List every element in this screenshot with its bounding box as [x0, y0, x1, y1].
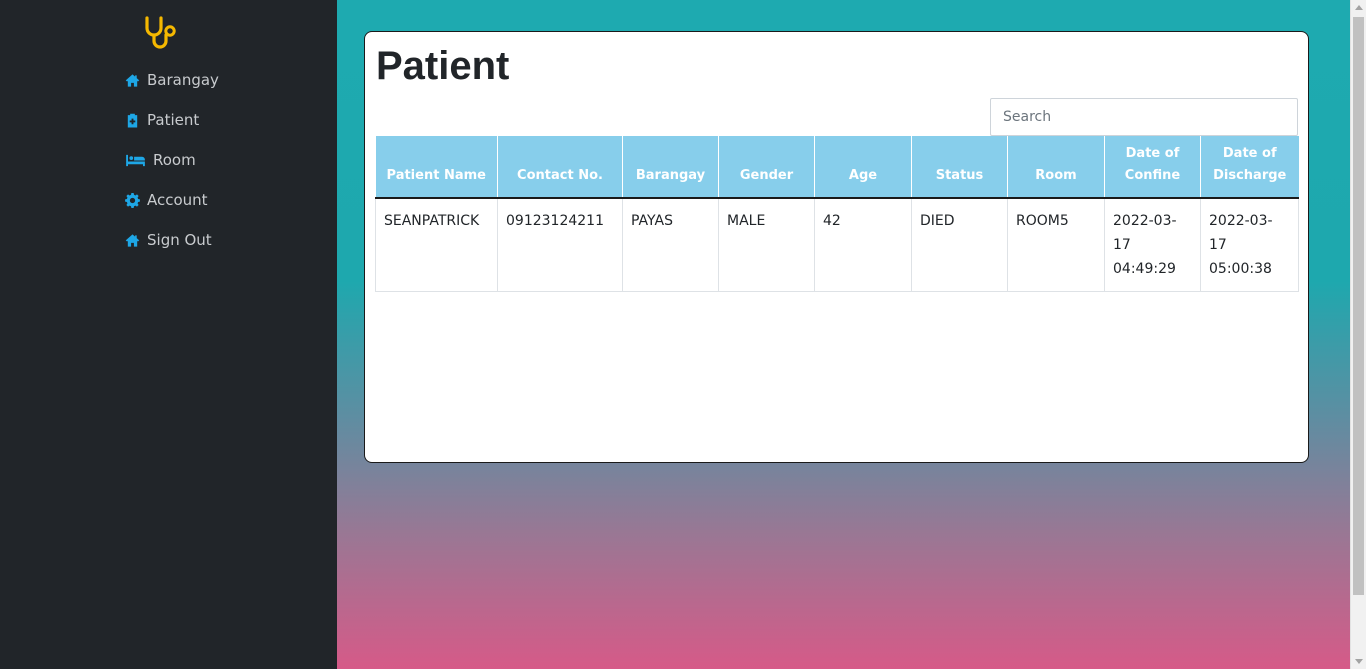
cell-date-of-discharge: 2022-03-17 05:00:38 — [1200, 197, 1299, 292]
table-row[interactable]: SEANPATRICK 09123124211 PAYAS MALE 42 DI… — [375, 197, 1299, 292]
stethoscope-icon[interactable] — [143, 14, 179, 52]
clipboard-plus-icon — [124, 112, 140, 128]
column-header[interactable]: Patient Name — [375, 136, 498, 199]
sidebar-item-account[interactable]: Account — [124, 180, 219, 220]
home-icon — [124, 72, 140, 88]
scroll-up-arrow-icon[interactable] — [1355, 5, 1363, 10]
column-header[interactable]: Age — [814, 136, 912, 199]
patient-table: Patient Name Contact No. Barangay Gender… — [375, 136, 1299, 292]
scroll-down-arrow-icon[interactable] — [1355, 659, 1363, 664]
cell-gender: MALE — [718, 197, 815, 292]
column-header[interactable]: Contact No. — [497, 136, 623, 199]
cell-room: ROOM5 — [1007, 197, 1105, 292]
column-header[interactable]: Gender — [718, 136, 815, 199]
sidebar-item-sign-out[interactable]: Sign Out — [124, 220, 219, 260]
gear-icon — [124, 192, 140, 208]
sidebar-item-room[interactable]: Room — [124, 140, 219, 180]
home-icon — [124, 232, 140, 248]
cell-contact-no: 09123124211 — [497, 197, 623, 292]
sidebar-item-label: Sign Out — [147, 231, 212, 249]
search-input[interactable] — [990, 98, 1298, 136]
sidebar: Barangay Patient Room Account Sign Out — [0, 0, 337, 669]
page-title: Patient — [376, 44, 510, 88]
bed-icon — [124, 152, 146, 168]
column-header[interactable]: Room — [1007, 136, 1105, 199]
scroll-thumb[interactable] — [1353, 17, 1364, 595]
sidebar-item-label: Barangay — [147, 71, 219, 89]
table-header-row: Patient Name Contact No. Barangay Gender… — [375, 136, 1299, 199]
column-header[interactable]: Status — [911, 136, 1008, 199]
sidebar-item-label: Account — [147, 191, 208, 209]
cell-barangay: PAYAS — [622, 197, 719, 292]
sidebar-item-barangay[interactable]: Barangay — [124, 60, 219, 100]
vertical-scrollbar[interactable] — [1350, 0, 1366, 669]
cell-patient-name: SEANPATRICK — [375, 197, 498, 292]
column-header[interactable]: Date of Confine — [1104, 136, 1201, 199]
cell-date-of-confine: 2022-03-17 04:49:29 — [1104, 197, 1201, 292]
sidebar-item-label: Room — [153, 151, 196, 169]
patient-card: Patient Patient Name Contact No. Baranga… — [364, 31, 1309, 463]
cell-age: 42 — [814, 197, 912, 292]
column-header[interactable]: Barangay — [622, 136, 719, 199]
sidebar-item-patient[interactable]: Patient — [124, 100, 219, 140]
column-header[interactable]: Date of Discharge — [1200, 136, 1299, 199]
sidebar-nav: Barangay Patient Room Account Sign Out — [124, 60, 219, 260]
cell-status: DIED — [911, 197, 1008, 292]
sidebar-item-label: Patient — [147, 111, 200, 129]
